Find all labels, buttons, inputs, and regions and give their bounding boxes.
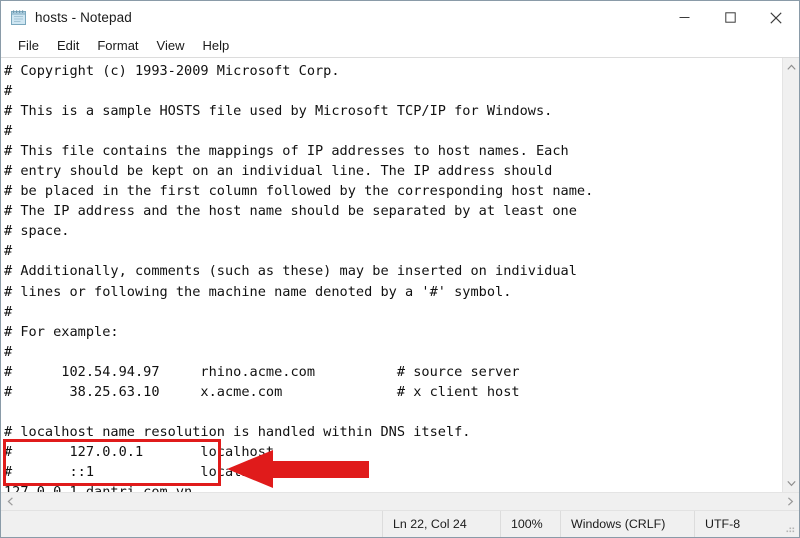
- editor-line: # localhost name resolution is handled w…: [4, 423, 471, 440]
- menu-bar: File Edit Format View Help: [1, 34, 799, 58]
- status-line-ending: Windows (CRLF): [561, 511, 695, 537]
- editor-line: # be placed in the first column followed…: [4, 183, 594, 200]
- editor-line: #: [4, 123, 13, 140]
- editor-area: # Copyright (c) 1993-2009 Microsoft Corp…: [1, 58, 799, 492]
- chevron-left-icon: [7, 497, 13, 506]
- editor-line: # ::1 localhost: [4, 463, 275, 480]
- editor-line: # 127.0.0.1 localhost: [4, 443, 275, 460]
- editor-line: #: [4, 303, 13, 320]
- editor-line: # space.: [4, 223, 70, 240]
- menu-item-view[interactable]: View: [148, 35, 194, 57]
- editor-line: 127.0.0.1 dantri.com.vn: [4, 483, 193, 492]
- menu-item-file[interactable]: File: [9, 35, 48, 57]
- chevron-down-icon: [786, 480, 796, 486]
- minimize-button[interactable]: [661, 1, 707, 34]
- editor-line: #: [4, 343, 13, 360]
- close-button[interactable]: [753, 1, 799, 34]
- title-bar-left: hosts - Notepad: [1, 9, 132, 26]
- status-spacer: [1, 511, 383, 537]
- file-content: # Copyright (c) 1993-2009 Microsoft Corp…: [4, 61, 782, 492]
- close-icon: [770, 11, 782, 24]
- editor-line: #: [4, 83, 13, 100]
- text-editor[interactable]: # Copyright (c) 1993-2009 Microsoft Corp…: [1, 58, 782, 492]
- chevron-right-icon: [787, 497, 793, 506]
- title-bar[interactable]: hosts - Notepad: [1, 1, 799, 34]
- menu-item-help[interactable]: Help: [193, 35, 238, 57]
- editor-line: # entry should be kept on an individual …: [4, 163, 553, 180]
- editor-line: # lines or following the machine name de…: [4, 283, 512, 300]
- status-cursor-position: Ln 22, Col 24: [383, 511, 501, 537]
- maximize-button[interactable]: [707, 1, 753, 34]
- menu-item-format[interactable]: Format: [88, 35, 147, 57]
- window-title: hosts - Notepad: [35, 10, 132, 25]
- chevron-up-icon: [786, 64, 796, 70]
- editor-line: # For example:: [4, 323, 119, 340]
- scroll-up-button[interactable]: [783, 58, 799, 76]
- editor-line: # 102.54.94.97 rhino.acme.com # source s…: [4, 363, 520, 380]
- vertical-scroll-thumb[interactable]: [783, 76, 799, 474]
- maximize-icon: [724, 12, 736, 23]
- status-zoom-level[interactable]: 100%: [501, 511, 561, 537]
- editor-line: # 38.25.63.10 x.acme.com # x client host: [4, 383, 520, 400]
- editor-line: # This is a sample HOSTS file used by Mi…: [4, 103, 553, 120]
- notepad-icon: [10, 9, 27, 26]
- minimize-icon: [679, 17, 689, 18]
- notepad-window: hosts - Notepad File Edit Format View He…: [0, 0, 800, 538]
- editor-line: #: [4, 243, 13, 260]
- status-bar: Ln 22, Col 24 100% Windows (CRLF) UTF-8: [1, 510, 799, 537]
- editor-line: # Additionally, comments (such as these)…: [4, 263, 577, 280]
- menu-item-edit[interactable]: Edit: [48, 35, 88, 57]
- scroll-left-button[interactable]: [1, 497, 19, 506]
- editor-line: # This file contains the mappings of IP …: [4, 143, 569, 160]
- editor-line: # Copyright (c) 1993-2009 Microsoft Corp…: [4, 63, 340, 79]
- editor-line: # The IP address and the host name shoul…: [4, 203, 577, 220]
- resize-grip-icon[interactable]: [784, 522, 796, 534]
- window-controls: [661, 1, 799, 34]
- scroll-right-button[interactable]: [781, 497, 799, 506]
- horizontal-scrollbar[interactable]: [1, 492, 799, 510]
- vertical-scrollbar[interactable]: [782, 58, 799, 492]
- scroll-down-button[interactable]: [783, 474, 799, 492]
